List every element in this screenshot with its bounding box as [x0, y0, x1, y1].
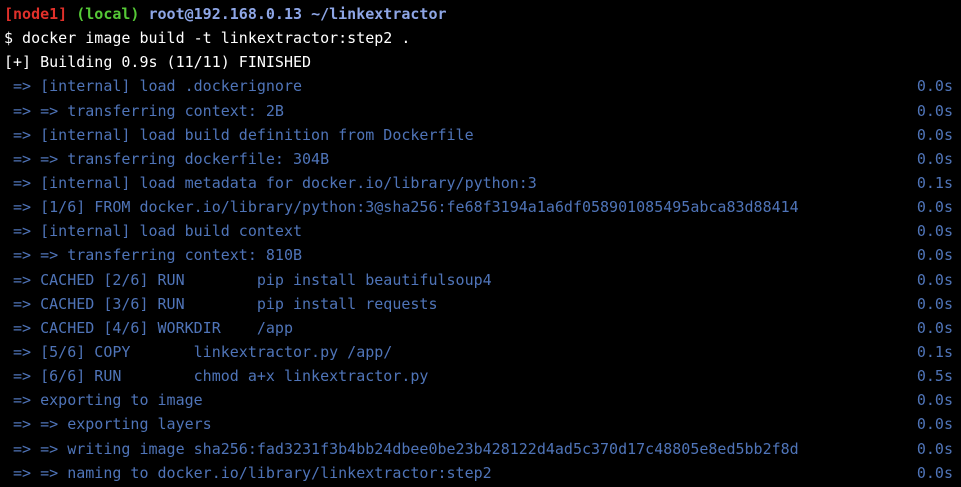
- build-step-line: => exporting to image 0.0s: [0, 388, 961, 412]
- build-step-time: 0.0s: [916, 149, 953, 168]
- build-step-line: => [1/6] FROM docker.io/library/python:3…: [0, 195, 961, 219]
- build-step-text: => => naming to docker.io/library/linkex…: [4, 463, 492, 482]
- build-step-time: 0.0s: [916, 318, 953, 337]
- build-step-time: 0.0s: [916, 294, 953, 313]
- build-step-line: => => writing image sha256:fad3231f3b4bb…: [0, 437, 961, 461]
- build-step-time: 0.0s: [916, 101, 953, 120]
- build-step-line: => => transferring dockerfile: 304B 0.0s: [0, 147, 961, 171]
- build-step-line: => [5/6] COPY linkextractor.py /app/0.1s: [0, 340, 961, 364]
- build-step-time: 0.0s: [916, 198, 953, 217]
- prompt-local-label: (local): [76, 5, 140, 23]
- prompt-path: ~/linkextractor: [311, 5, 447, 23]
- build-step-text: => exporting to image: [4, 391, 203, 410]
- terminal-window[interactable]: [node1] (local) root@192.168.0.13 ~/link…: [0, 0, 961, 487]
- build-step-time: 0.0s: [916, 391, 953, 410]
- build-step-time: 0.1s: [916, 342, 953, 361]
- build-step-line: => [internal] load build context 0.0s: [0, 219, 961, 243]
- build-step-time: 0.0s: [916, 439, 953, 458]
- build-step-time: 0.0s: [916, 77, 953, 96]
- build-step-time: 0.0s: [916, 415, 953, 434]
- build-step-time: 0.1s: [916, 173, 953, 192]
- build-status-line: [+] Building 0.9s (11/11) FINISHED: [4, 53, 312, 72]
- build-step-time: 0.5s: [916, 367, 953, 386]
- build-step-text: => [internal] load metadata for docker.i…: [4, 173, 537, 192]
- command-line: $ docker image build -t linkextractor:st…: [4, 29, 411, 48]
- build-step-time: 0.0s: [916, 125, 953, 144]
- build-step-text: => [internal] load build definition from…: [4, 125, 474, 144]
- build-step-text: => [5/6] COPY linkextractor.py /app/: [4, 342, 393, 361]
- build-step-text: => => writing image sha256:fad3231f3b4bb…: [4, 439, 799, 458]
- build-step-text: => => exporting layers: [4, 415, 212, 434]
- build-step-text: => [6/6] RUN chmod a+x linkextractor.py: [4, 367, 429, 386]
- build-step-text: => => transferring dockerfile: 304B: [4, 149, 330, 168]
- build-step-line: => CACHED [2/6] RUN pip install beautifu…: [0, 268, 961, 292]
- build-step-line: => [internal] load build definition from…: [0, 123, 961, 147]
- build-step-line: => [internal] load .dockerignore 0.0s: [0, 74, 961, 98]
- build-step-time: 0.0s: [916, 270, 953, 289]
- build-step-text: => CACHED [3/6] RUN pip install requests: [4, 294, 438, 313]
- prompt-user-host: root@192.168.0.13: [148, 5, 303, 23]
- build-step-line: => => transferring context: 810B 0.0s: [0, 243, 961, 267]
- build-step-text: => => transferring context: 810B: [4, 246, 303, 265]
- build-step-text: => [internal] load build context: [4, 222, 303, 241]
- prompt-node-label: [node1]: [4, 5, 68, 23]
- prompt-line: [node1] (local) root@192.168.0.13 ~/link…: [0, 2, 961, 26]
- build-step-time: 0.0s: [916, 246, 953, 265]
- build-step-line: => CACHED [4/6] WORKDIR /app 0.0s: [0, 316, 961, 340]
- build-steps-list: => [internal] load .dockerignore 0.0s => …: [0, 74, 961, 484]
- build-step-line: => => transferring context: 2B 0.0s: [0, 99, 961, 123]
- build-step-time: 0.0s: [916, 222, 953, 241]
- build-step-time: 0.0s: [916, 463, 953, 482]
- build-step-text: => => transferring context: 2B: [4, 101, 284, 120]
- build-step-line: => [6/6] RUN chmod a+x linkextractor.py 0…: [0, 364, 961, 388]
- build-step-line: => [internal] load metadata for docker.i…: [0, 171, 961, 195]
- build-step-line: => => naming to docker.io/library/linkex…: [0, 461, 961, 485]
- build-step-text: => CACHED [2/6] RUN pip install beautifu…: [4, 270, 492, 289]
- build-step-text: => [internal] load .dockerignore: [4, 77, 303, 96]
- build-step-text: => [1/6] FROM docker.io/library/python:3…: [4, 198, 799, 217]
- build-step-line: => => exporting layers 0.0s: [0, 412, 961, 436]
- build-step-line: => CACHED [3/6] RUN pip install requests…: [0, 292, 961, 316]
- build-step-text: => CACHED [4/6] WORKDIR /app: [4, 318, 293, 337]
